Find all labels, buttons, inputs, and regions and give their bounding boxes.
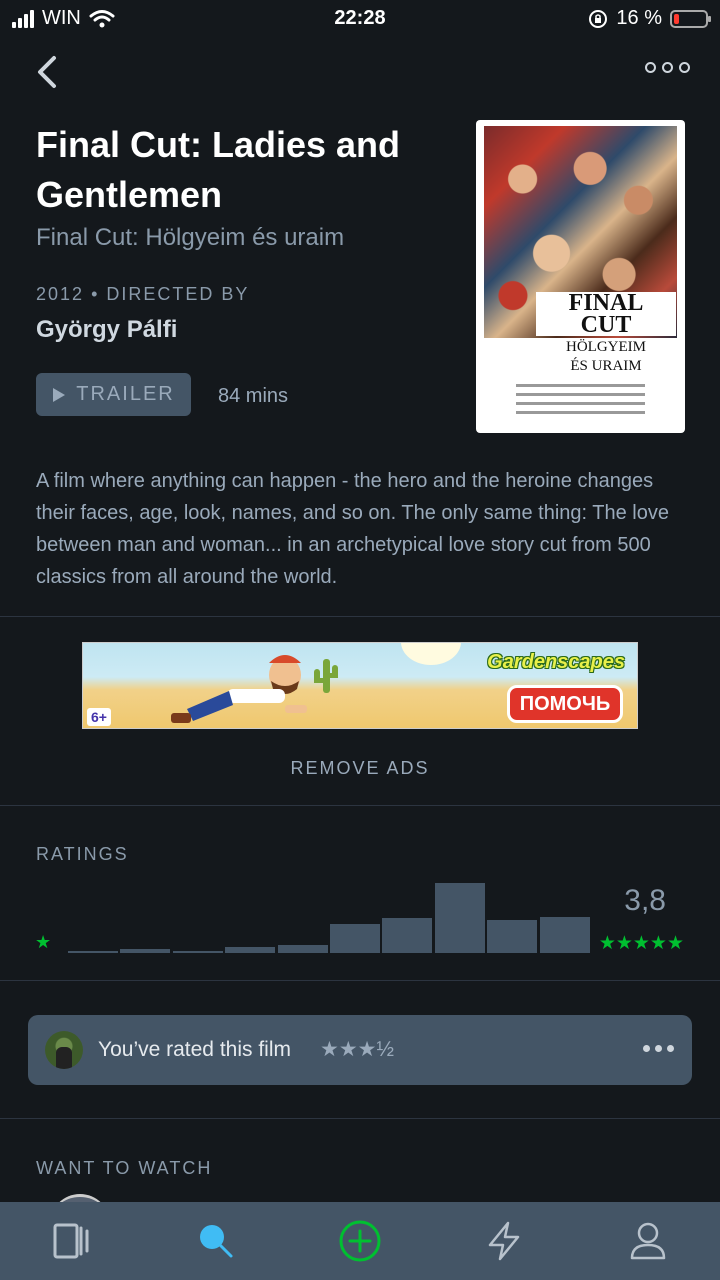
- max-rating-stars: ★★★★★: [598, 933, 684, 954]
- status-bar: WIN 22:28 16 %: [0, 0, 720, 40]
- add-icon: [339, 1220, 381, 1262]
- divider: [0, 1118, 720, 1119]
- divider: [0, 616, 720, 617]
- histogram-bar: [382, 918, 433, 953]
- histogram-bar: [172, 951, 223, 953]
- ratings-heading: RATINGS: [36, 844, 129, 864]
- trailer-label: TRAILER: [76, 383, 175, 405]
- back-icon[interactable]: [28, 52, 68, 92]
- average-rating: 3,8: [624, 884, 666, 917]
- histogram-bar: [434, 883, 485, 953]
- nav-bar: [0, 52, 720, 96]
- trailer-button[interactable]: TRAILER: [36, 373, 191, 416]
- histogram-bar: [120, 949, 171, 953]
- ad-sun: [401, 643, 461, 665]
- min-rating-star-icon: ★: [35, 932, 52, 952]
- film-title: Final Cut: Ladies and Gentlemen: [36, 124, 401, 215]
- film-poster[interactable]: FINAL CUT HÖLGYEIM ÉS URAIM: [476, 120, 685, 433]
- film-synopsis: A film where anything can happen - the h…: [36, 470, 669, 588]
- ratings-histogram[interactable]: [68, 870, 590, 953]
- want-to-watch-heading: WANT TO WATCH: [36, 1158, 213, 1178]
- histogram-bar: [330, 924, 380, 953]
- ad-brand-logo: Gardenscapes: [487, 651, 625, 673]
- remove-ads-link[interactable]: REMOVE ADS: [0, 758, 720, 779]
- orientation-lock-icon: [589, 9, 608, 28]
- battery-icon: [670, 9, 711, 28]
- avatar: [45, 1031, 83, 1069]
- histogram-bar: [539, 917, 590, 953]
- poster-title-line1: FINAL: [536, 291, 676, 315]
- film-original-title: Final Cut: Hölgyeim és uraim: [36, 224, 345, 251]
- tab-search[interactable]: [186, 1211, 246, 1271]
- tab-profile[interactable]: [618, 1211, 678, 1271]
- poster-title-line2: CUT: [536, 313, 676, 337]
- divider: [0, 980, 720, 981]
- search-icon: [200, 1225, 233, 1258]
- poster-subtitle-line1: HÖLGYEIM: [566, 339, 646, 355]
- activity-icon: [488, 1221, 520, 1261]
- film-year[interactable]: 2012: [36, 284, 84, 304]
- rating-more-button[interactable]: [643, 1045, 674, 1052]
- status-right: 16 %: [588, 7, 711, 30]
- divider: [0, 805, 720, 806]
- meta-separator: •: [91, 284, 107, 304]
- histogram-bar: [68, 951, 118, 953]
- tab-bar: [0, 1202, 720, 1280]
- film-meta: 2012 • DIRECTED BY: [36, 284, 249, 305]
- films-icon: [53, 1223, 89, 1259]
- histogram-bar: [225, 947, 276, 953]
- battery-percent: 16 %: [616, 7, 662, 29]
- histogram-bar: [277, 945, 328, 953]
- director-link[interactable]: György Pálfi: [36, 316, 177, 344]
- ad-cta-button[interactable]: ПОМОЧЬ: [507, 685, 623, 723]
- more-options-button[interactable]: [645, 62, 690, 73]
- poster-subtitle-line2: ÉS URAIM: [570, 358, 642, 374]
- poster-title: FINAL CUT HÖLGYEIM ÉS URAIM: [536, 291, 676, 374]
- runtime: 84 mins: [218, 385, 289, 407]
- poster-credits: [516, 378, 645, 420]
- profile-icon: [630, 1222, 666, 1260]
- tab-activity[interactable]: [474, 1211, 534, 1271]
- play-icon: [53, 387, 66, 402]
- battery-level: [674, 13, 679, 24]
- your-rating-text: You’ve rated this film: [98, 1038, 291, 1061]
- ad-age-rating: 6+: [87, 708, 111, 726]
- tab-add[interactable]: [330, 1211, 390, 1271]
- ad-character: [171, 655, 307, 723]
- your-rating-stars: ★★★½: [320, 1038, 394, 1061]
- ad-banner[interactable]: 6+ Gardenscapes ПОМОЧЬ: [82, 642, 638, 729]
- directed-by-label: DIRECTED BY: [106, 284, 250, 304]
- your-rating-panel[interactable]: You’ve rated this film ★★★½: [28, 1015, 692, 1085]
- histogram-bar: [487, 920, 538, 953]
- tab-films[interactable]: [42, 1211, 102, 1271]
